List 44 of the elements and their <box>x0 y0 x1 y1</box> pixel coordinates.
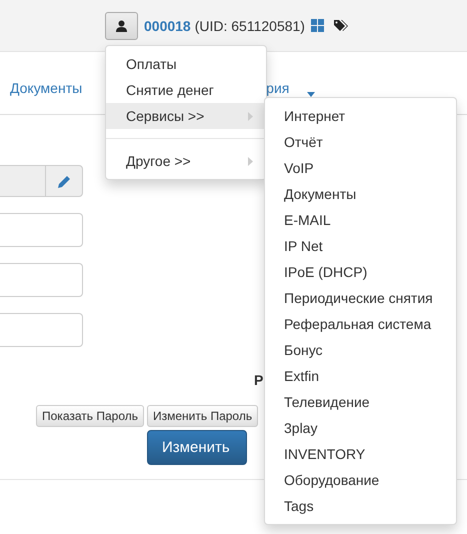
menu-item[interactable]: Документы <box>265 181 456 207</box>
menu-item[interactable]: Оборудование <box>265 467 456 493</box>
user-icon <box>116 20 127 32</box>
caret-icon <box>248 156 253 166</box>
menu-item-label: Снятие денег <box>126 82 214 98</box>
input-field[interactable] <box>0 213 83 247</box>
caret-icon <box>248 112 253 120</box>
input-field[interactable] <box>0 165 45 197</box>
menu-item[interactable]: IPoE (DHCP) <box>265 259 456 285</box>
change-password-button[interactable]: Изменить Пароль <box>146 405 258 427</box>
menu-item[interactable]: Интернет <box>265 103 456 129</box>
menu-item[interactable]: Телевидение <box>265 389 456 415</box>
menu-item[interactable]: Реферальная система <box>265 311 456 337</box>
input-field[interactable] <box>0 313 83 347</box>
show-password-button[interactable]: Показать Пароль <box>36 405 144 427</box>
menu-item[interactable]: VoIP <box>265 155 456 181</box>
tab[interactable]: Документы <box>10 80 82 96</box>
tags-icon[interactable] <box>334 20 349 32</box>
menu-item[interactable]: E-MAIL <box>265 207 456 233</box>
edit-button[interactable] <box>45 165 83 197</box>
menu-item-label: Сервисы >> <box>126 108 204 124</box>
menu-item[interactable]: Другое >> <box>106 148 266 174</box>
menu-item-label: Оплаты <box>126 56 177 72</box>
menu-item[interactable]: Extfin <box>265 363 456 389</box>
user-id-link[interactable]: 000018 <box>144 18 191 34</box>
uid-text: (UID: 651120581) <box>194 18 305 34</box>
pencil-icon <box>58 174 70 188</box>
field-label: Р <box>254 372 264 388</box>
submit-button[interactable]: Изменить <box>147 430 247 465</box>
menu-item[interactable]: IP Net <box>265 233 456 259</box>
menu-item[interactable]: Оплаты <box>106 51 266 77</box>
menu-item[interactable]: Сервисы >> <box>106 103 266 129</box>
menu-item-label: Другое >> <box>126 153 191 169</box>
menu-item[interactable]: Бонус <box>265 337 456 363</box>
menu-item[interactable]: Снятие денег <box>106 77 266 103</box>
menu-item[interactable]: Tags <box>265 493 456 519</box>
menu-item[interactable]: 3play <box>265 415 456 441</box>
menu-item[interactable]: Отчёт <box>265 129 456 155</box>
menu-item[interactable]: Периодические снятия <box>265 285 456 311</box>
grid-icon[interactable] <box>310 19 324 32</box>
input-field[interactable] <box>0 263 83 297</box>
menu-item[interactable]: INVENTORY <box>265 441 456 467</box>
tab[interactable]: рия <box>266 80 290 96</box>
user-button[interactable] <box>105 12 138 40</box>
